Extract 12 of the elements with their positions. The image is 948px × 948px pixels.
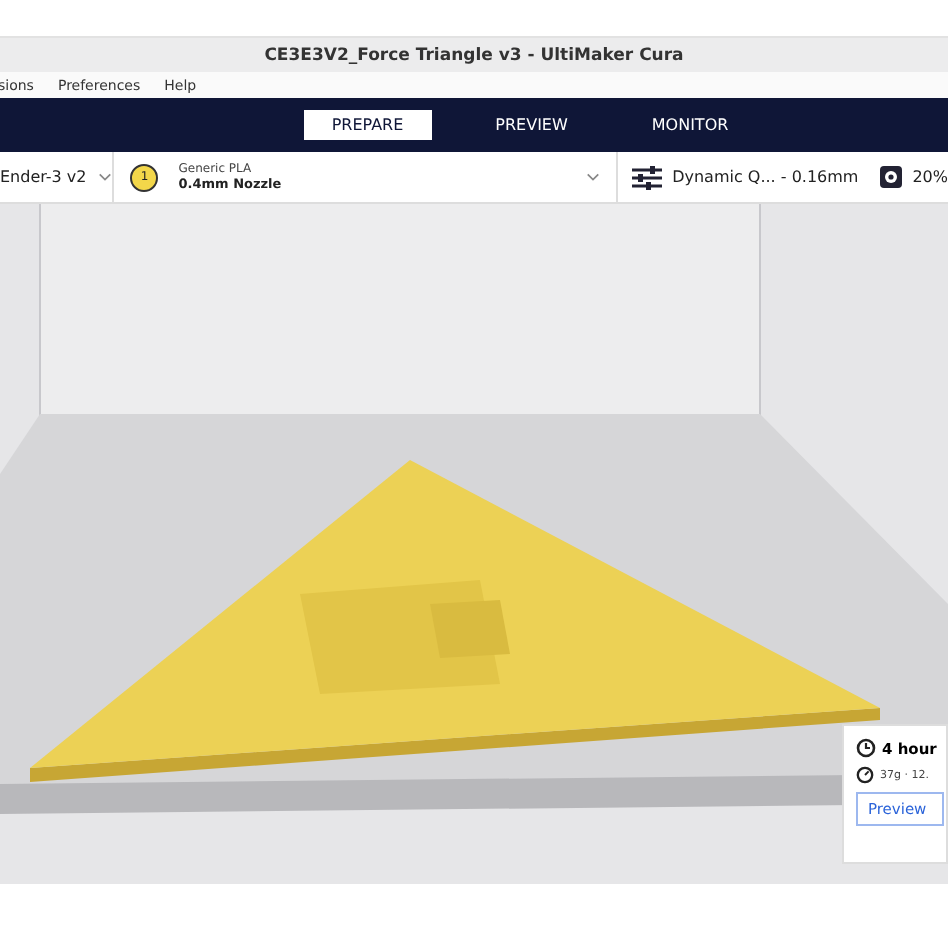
chevron-icon xyxy=(98,172,113,182)
sliders-icon xyxy=(632,165,663,189)
chevron-icon xyxy=(586,172,601,182)
tab[interactable]: MONITOR xyxy=(631,110,749,140)
tab[interactable]: PREVIEW xyxy=(475,110,588,140)
gauge-icon xyxy=(856,766,874,784)
infill-icon xyxy=(880,166,903,188)
clock-icon xyxy=(856,738,876,758)
tab[interactable]: PREPARE xyxy=(303,110,432,140)
window-title: CE3E3V2_Force Triangle v3 - UltiMaker Cura xyxy=(264,45,684,65)
printer-selector[interactable]: Ender-3 v2 xyxy=(0,152,115,202)
print-settings-selector[interactable]: Dynamic Q... - 0.16mm 20% xyxy=(618,152,948,202)
